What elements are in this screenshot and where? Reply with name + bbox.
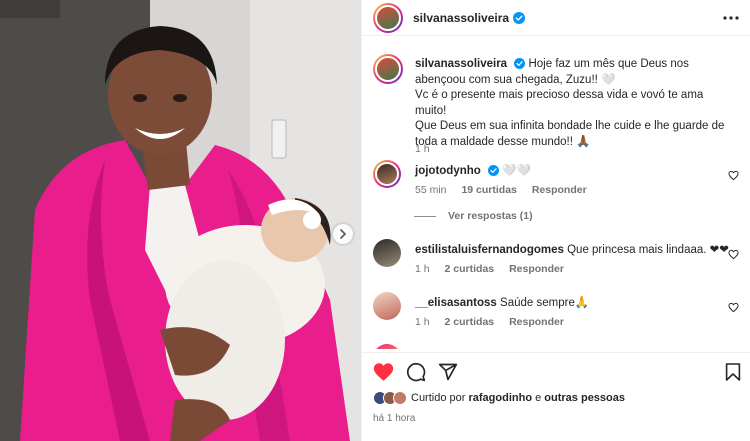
comment-row: estilistaluisfernandogomes Que princesa … <box>373 239 743 279</box>
liked-others[interactable]: outras pessoas <box>544 392 625 404</box>
save-bookmark-icon[interactable] <box>725 362 741 382</box>
comment-row: __elisasantoss Saúde sempre🙏 1 h 2 curti… <box>373 292 743 332</box>
comment-time: 1 h <box>415 263 430 275</box>
comment-row-partial <box>373 344 743 349</box>
share-icon[interactable] <box>438 362 458 382</box>
like-comment-icon[interactable] <box>728 249 739 260</box>
comment-text: Que princesa mais lindaaa. ❤❤ <box>567 244 729 256</box>
comment-likes[interactable]: 19 curtidas <box>461 184 516 196</box>
caption-text-block: silvanassoliveira Hoje faz um mês que De… <box>415 57 733 150</box>
caption-text: Hoje faz um mês que Deus nos abençoou co… <box>415 58 725 148</box>
reply-button[interactable]: Responder <box>532 184 587 196</box>
liked-by-avatars <box>373 391 407 405</box>
liked-joiner: e <box>535 392 542 404</box>
comment-avatar[interactable] <box>373 160 401 188</box>
view-replies-label: Ver respostas (1) <box>448 210 533 222</box>
caption-row: silvanassoliveira Hoje faz um mês que De… <box>373 54 743 155</box>
action-bar <box>362 352 750 390</box>
post-photo[interactable] <box>0 0 361 441</box>
comment-text-block: jojotodynho 🤍🤍 <box>415 164 733 180</box>
author-avatar[interactable] <box>373 2 403 33</box>
comment-text-block: __elisasantoss Saúde sempre🙏 <box>415 296 733 312</box>
heart-liked-icon[interactable] <box>373 362 394 382</box>
post-time[interactable]: há 1 hora <box>373 413 415 424</box>
comment-avatar[interactable] <box>373 239 401 267</box>
comment-text-block: estilistaluisfernandogomes Que princesa … <box>415 243 733 259</box>
chevron-right-icon <box>340 229 347 239</box>
photo-scene <box>0 0 361 441</box>
comment-avatar[interactable] <box>373 292 401 320</box>
comments-list[interactable]: silvanassoliveira Hoje faz um mês que De… <box>362 44 750 349</box>
verified-badge-icon <box>514 58 526 69</box>
comment-time: 1 h <box>415 316 430 328</box>
reply-button[interactable]: Responder <box>509 316 564 328</box>
comment-meta: 1 h 2 curtidas Responder <box>415 263 576 275</box>
caption-username[interactable]: silvanassoliveira <box>415 58 507 70</box>
caption-avatar[interactable] <box>373 54 403 84</box>
verified-badge-icon <box>488 165 499 176</box>
post-modal: silvanassoliveira silvanassoliveira Hoje… <box>0 0 750 441</box>
more-options-icon[interactable] <box>722 9 740 27</box>
comment-username[interactable]: jojotodynho <box>415 165 481 177</box>
next-photo-button[interactable] <box>333 224 353 244</box>
comment-likes[interactable]: 2 curtidas <box>445 316 495 328</box>
comment-meta: 55 min 19 curtidas Responder <box>415 184 599 196</box>
caption-time: 1 h <box>415 143 430 155</box>
like-comment-icon[interactable] <box>728 302 739 313</box>
comment-text: 🤍🤍 <box>502 165 531 177</box>
comment-meta: 1 h 2 curtidas Responder <box>415 316 576 328</box>
comment-time: 55 min <box>415 184 447 196</box>
comment-username[interactable]: estilistaluisfernandogomes <box>415 244 564 256</box>
reply-button[interactable]: Responder <box>509 263 564 275</box>
caption-meta: 1 h <box>415 143 442 155</box>
author-username[interactable]: silvanassoliveira <box>413 11 509 25</box>
comment-text: Saúde sempre🙏 <box>500 297 590 309</box>
view-replies-button[interactable]: Ver respostas (1) <box>414 210 533 222</box>
comment-username[interactable]: __elisasantoss <box>415 297 497 309</box>
post-header: silvanassoliveira <box>362 0 750 36</box>
post-panel: silvanassoliveira silvanassoliveira Hoje… <box>361 0 750 441</box>
comment-icon[interactable] <box>406 362 426 382</box>
comment-likes[interactable]: 2 curtidas <box>445 263 495 275</box>
comment-avatar[interactable] <box>373 344 401 349</box>
replies-divider <box>414 215 436 217</box>
liked-by[interactable]: Curtido por rafagodinho e outras pessoas <box>373 391 625 405</box>
liked-user[interactable]: rafagodinho <box>468 392 532 404</box>
liked-prefix: Curtido por <box>411 392 466 404</box>
verified-badge-icon <box>513 11 526 24</box>
comment-row: jojotodynho 🤍🤍 55 min 19 curtidas Respon… <box>373 160 743 210</box>
like-comment-icon[interactable] <box>728 170 739 181</box>
